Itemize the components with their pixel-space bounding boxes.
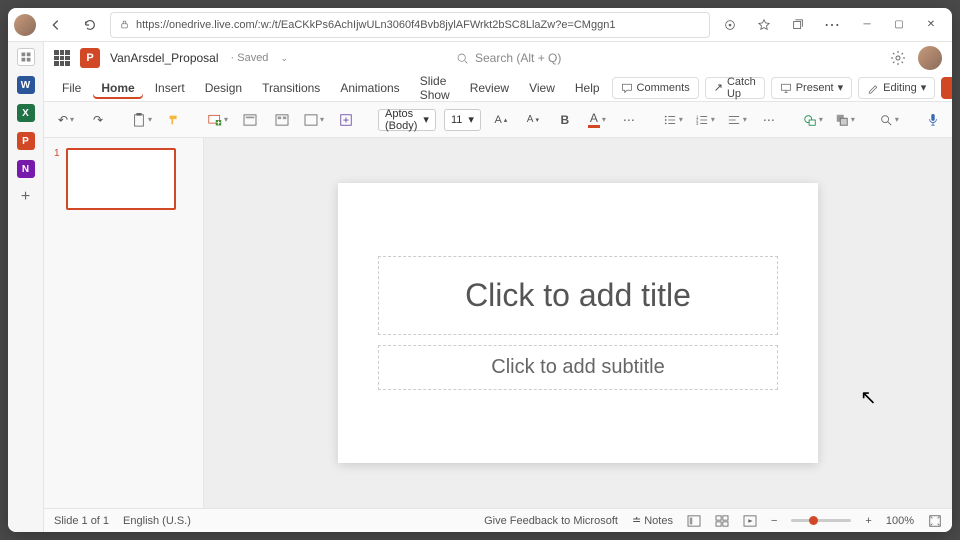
new-slide-button[interactable]: ▾ — [206, 108, 230, 132]
increase-font-button[interactable]: A▴ — [489, 108, 513, 132]
content-area: 1 Click to add title Click to add subtit… — [44, 138, 952, 508]
tab-view[interactable]: View — [521, 77, 563, 99]
more-font-button[interactable]: ⋯ — [617, 108, 641, 132]
share-button[interactable]: 👤 Share ▾ — [941, 77, 952, 99]
notes-button[interactable]: ≐ Notes — [632, 514, 673, 527]
tracking-icon[interactable] — [716, 11, 744, 39]
feedback-link[interactable]: Give Feedback to Microsoft — [484, 515, 618, 527]
app-launcher-icon[interactable] — [54, 50, 70, 66]
title-placeholder[interactable]: Click to add title — [378, 256, 778, 335]
subtitle-placeholder[interactable]: Click to add subtitle — [378, 345, 778, 390]
language-status[interactable]: English (U.S.) — [123, 515, 191, 527]
normal-view-icon[interactable] — [687, 515, 701, 527]
tab-slideshow[interactable]: Slide Show — [412, 70, 458, 106]
decrease-font-button[interactable]: A▾ — [521, 108, 545, 132]
svg-text:3: 3 — [696, 121, 699, 126]
settings-icon[interactable] — [890, 50, 906, 66]
ribbon-tabs: File Home Insert Design Transitions Anim… — [44, 74, 952, 102]
side-rail: W X P N + — [8, 42, 44, 532]
search-box[interactable]: Search (Alt + Q) — [449, 47, 729, 69]
format-painter-button[interactable] — [162, 108, 186, 132]
status-bar: Slide 1 of 1 English (U.S.) Give Feedbac… — [44, 508, 952, 532]
tab-home[interactable]: Home — [93, 77, 142, 99]
tab-file[interactable]: File — [54, 77, 89, 99]
shapes-button[interactable]: ▾ — [801, 108, 825, 132]
designer-button[interactable] — [334, 108, 358, 132]
tab-review[interactable]: Review — [462, 77, 517, 99]
rail-excel-icon[interactable]: X — [17, 104, 35, 122]
align-button[interactable]: ▾ — [725, 108, 749, 132]
rail-add-icon[interactable]: + — [21, 188, 30, 206]
arrange-button[interactable]: ▾ — [833, 108, 857, 132]
address-bar[interactable] — [110, 12, 710, 38]
fit-window-icon[interactable] — [928, 514, 942, 528]
editing-button[interactable]: Editing▾ — [858, 77, 935, 99]
document-title[interactable]: VanArsdel_Proposal — [110, 51, 219, 65]
numbering-button[interactable]: 123▾ — [693, 108, 717, 132]
thumbnail-pane[interactable]: 1 — [44, 138, 204, 508]
favorite-icon[interactable] — [750, 11, 778, 39]
tab-help[interactable]: Help — [567, 77, 608, 99]
bullets-button[interactable]: ▾ — [661, 108, 685, 132]
back-button[interactable] — [42, 11, 70, 39]
browser-menu-icon[interactable]: ⋯ — [818, 11, 846, 39]
paste-button[interactable]: ▾ — [130, 108, 154, 132]
rail-word-icon[interactable]: W — [17, 76, 35, 94]
font-color-button[interactable]: A▾ — [585, 108, 609, 132]
ribbon-toolbar: ↶▾ ↷ ▾ ▾ ▾ Aptos (Body)▾ 11▾ A▴ A▾ B A▾ … — [44, 102, 952, 138]
main-area: P VanArsdel_Proposal · Saved ⌄ Search (A… — [44, 42, 952, 532]
rail-home-icon[interactable] — [17, 48, 35, 66]
search-icon — [456, 52, 469, 65]
font-name-select[interactable]: Aptos (Body)▾ — [378, 109, 436, 131]
font-size-select[interactable]: 11▾ — [444, 109, 481, 131]
browser-window: ⋯ ─ ▢ ✕ W X P N + P VanArsdel_Proposal ·… — [8, 8, 952, 532]
slide-counter[interactable]: Slide 1 of 1 — [54, 515, 109, 527]
find-button[interactable]: ▾ — [877, 108, 901, 132]
window-controls: ─ ▢ ✕ — [852, 11, 946, 39]
profile-avatar[interactable] — [14, 14, 36, 36]
undo-button[interactable]: ↶▾ — [54, 108, 78, 132]
layout-button[interactable] — [238, 108, 262, 132]
app-header: P VanArsdel_Proposal · Saved ⌄ Search (A… — [44, 42, 952, 74]
user-avatar[interactable] — [918, 46, 942, 70]
minimize-button[interactable]: ─ — [852, 11, 882, 39]
redo-button[interactable]: ↷ — [86, 108, 110, 132]
lock-icon — [119, 19, 130, 30]
rail-powerpoint-icon[interactable]: P — [17, 132, 35, 150]
powerpoint-icon: P — [80, 48, 100, 68]
tab-animations[interactable]: Animations — [332, 77, 407, 99]
refresh-button[interactable] — [76, 11, 104, 39]
collections-icon[interactable] — [784, 11, 812, 39]
app-body: W X P N + P VanArsdel_Proposal · Saved ⌄… — [8, 42, 952, 532]
tab-insert[interactable]: Insert — [147, 77, 193, 99]
catchup-button[interactable]: ↗Catch Up — [705, 77, 765, 99]
reset-button[interactable] — [270, 108, 294, 132]
close-button[interactable]: ✕ — [916, 11, 946, 39]
tab-transitions[interactable]: Transitions — [254, 77, 328, 99]
rail-onenote-icon[interactable]: N — [17, 160, 35, 178]
bold-button[interactable]: B — [553, 108, 577, 132]
dictate-button[interactable] — [921, 108, 945, 132]
browser-titlebar: ⋯ ─ ▢ ✕ — [8, 8, 952, 42]
saved-status: · Saved — [231, 52, 269, 64]
zoom-out-button[interactable]: − — [771, 515, 777, 527]
zoom-in-button[interactable]: + — [865, 515, 871, 527]
title-chevron-icon[interactable]: ⌄ — [280, 53, 288, 64]
section-button[interactable]: ▾ — [302, 108, 326, 132]
comments-button[interactable]: Comments — [612, 77, 699, 99]
maximize-button[interactable]: ▢ — [884, 11, 914, 39]
zoom-slider[interactable] — [791, 519, 851, 522]
slide: Click to add title Click to add subtitle — [338, 183, 818, 463]
search-placeholder: Search (Alt + Q) — [475, 51, 561, 65]
slide-thumbnail-1[interactable] — [66, 148, 176, 210]
url-input[interactable] — [136, 19, 701, 31]
more-para-button[interactable]: ⋯ — [757, 108, 781, 132]
zoom-level[interactable]: 100% — [886, 515, 914, 527]
slide-canvas[interactable]: Click to add title Click to add subtitle — [204, 138, 952, 508]
present-button[interactable]: Present▾ — [771, 77, 852, 99]
slide-number: 1 — [54, 148, 60, 498]
reading-view-icon[interactable] — [743, 515, 757, 527]
sorter-view-icon[interactable] — [715, 515, 729, 527]
tab-design[interactable]: Design — [197, 77, 250, 99]
